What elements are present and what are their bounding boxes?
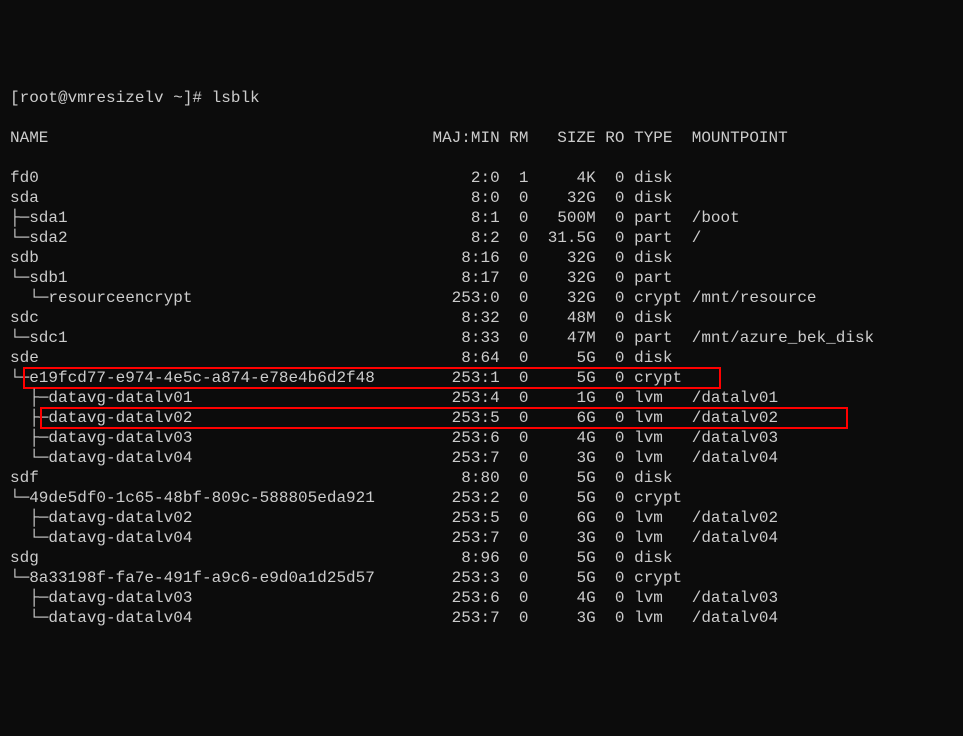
lsblk-row: └─datavg-datalv04 253:7 0 3G 0 lvm /data…	[10, 608, 953, 628]
lsblk-row: └─49de5df0-1c65-48bf-809c-588805eda921 2…	[10, 488, 953, 508]
lsblk-row: sda 8:0 0 32G 0 disk	[10, 188, 953, 208]
lsblk-row: └─8a33198f-fa7e-491f-a9c6-e9d0a1d25d57 2…	[10, 568, 953, 588]
lsblk-row: └─sda2 8:2 0 31.5G 0 part /	[10, 228, 953, 248]
lsblk-row: └─sdc1 8:33 0 47M 0 part /mnt/azure_bek_…	[10, 328, 953, 348]
lsblk-row: sdf 8:80 0 5G 0 disk	[10, 468, 953, 488]
lsblk-row: ├─datavg-datalv02 253:5 0 6G 0 lvm /data…	[10, 408, 953, 428]
lsblk-row: sdg 8:96 0 5G 0 disk	[10, 548, 953, 568]
highlight-box	[40, 407, 848, 429]
lsblk-row: └─datavg-datalv04 253:7 0 3G 0 lvm /data…	[10, 448, 953, 468]
lsblk-row: sdc 8:32 0 48M 0 disk	[10, 308, 953, 328]
lsblk-row: sdb 8:16 0 32G 0 disk	[10, 248, 953, 268]
lsblk-row: fd0 2:0 1 4K 0 disk	[10, 168, 953, 188]
lsblk-row: ├─datavg-datalv03 253:6 0 4G 0 lvm /data…	[10, 428, 953, 448]
lsblk-row: └─datavg-datalv04 253:7 0 3G 0 lvm /data…	[10, 528, 953, 548]
lsblk-row: └─sdb1 8:17 0 32G 0 part	[10, 268, 953, 288]
lsblk-row: └─e19fcd77-e974-4e5c-a874-e78e4b6d2f48 2…	[10, 368, 953, 388]
highlight-box	[23, 367, 721, 389]
lsblk-header: NAME MAJ:MIN RM SIZE RO TYPE MOUNTPOINT	[10, 128, 953, 148]
lsblk-row: └─resourceencrypt 253:0 0 32G 0 crypt /m…	[10, 288, 953, 308]
lsblk-row: ├─datavg-datalv03 253:6 0 4G 0 lvm /data…	[10, 588, 953, 608]
lsblk-row: sde 8:64 0 5G 0 disk	[10, 348, 953, 368]
shell-prompt: [root@vmresizelv ~]# lsblk	[10, 88, 953, 108]
lsblk-row: ├─datavg-datalv02 253:5 0 6G 0 lvm /data…	[10, 508, 953, 528]
lsblk-row: ├─datavg-datalv01 253:4 0 1G 0 lvm /data…	[10, 388, 953, 408]
lsblk-row: ├─sda1 8:1 0 500M 0 part /boot	[10, 208, 953, 228]
lsblk-output: fd0 2:0 1 4K 0 disk sda 8:0 0 32G 0 disk…	[10, 168, 953, 628]
